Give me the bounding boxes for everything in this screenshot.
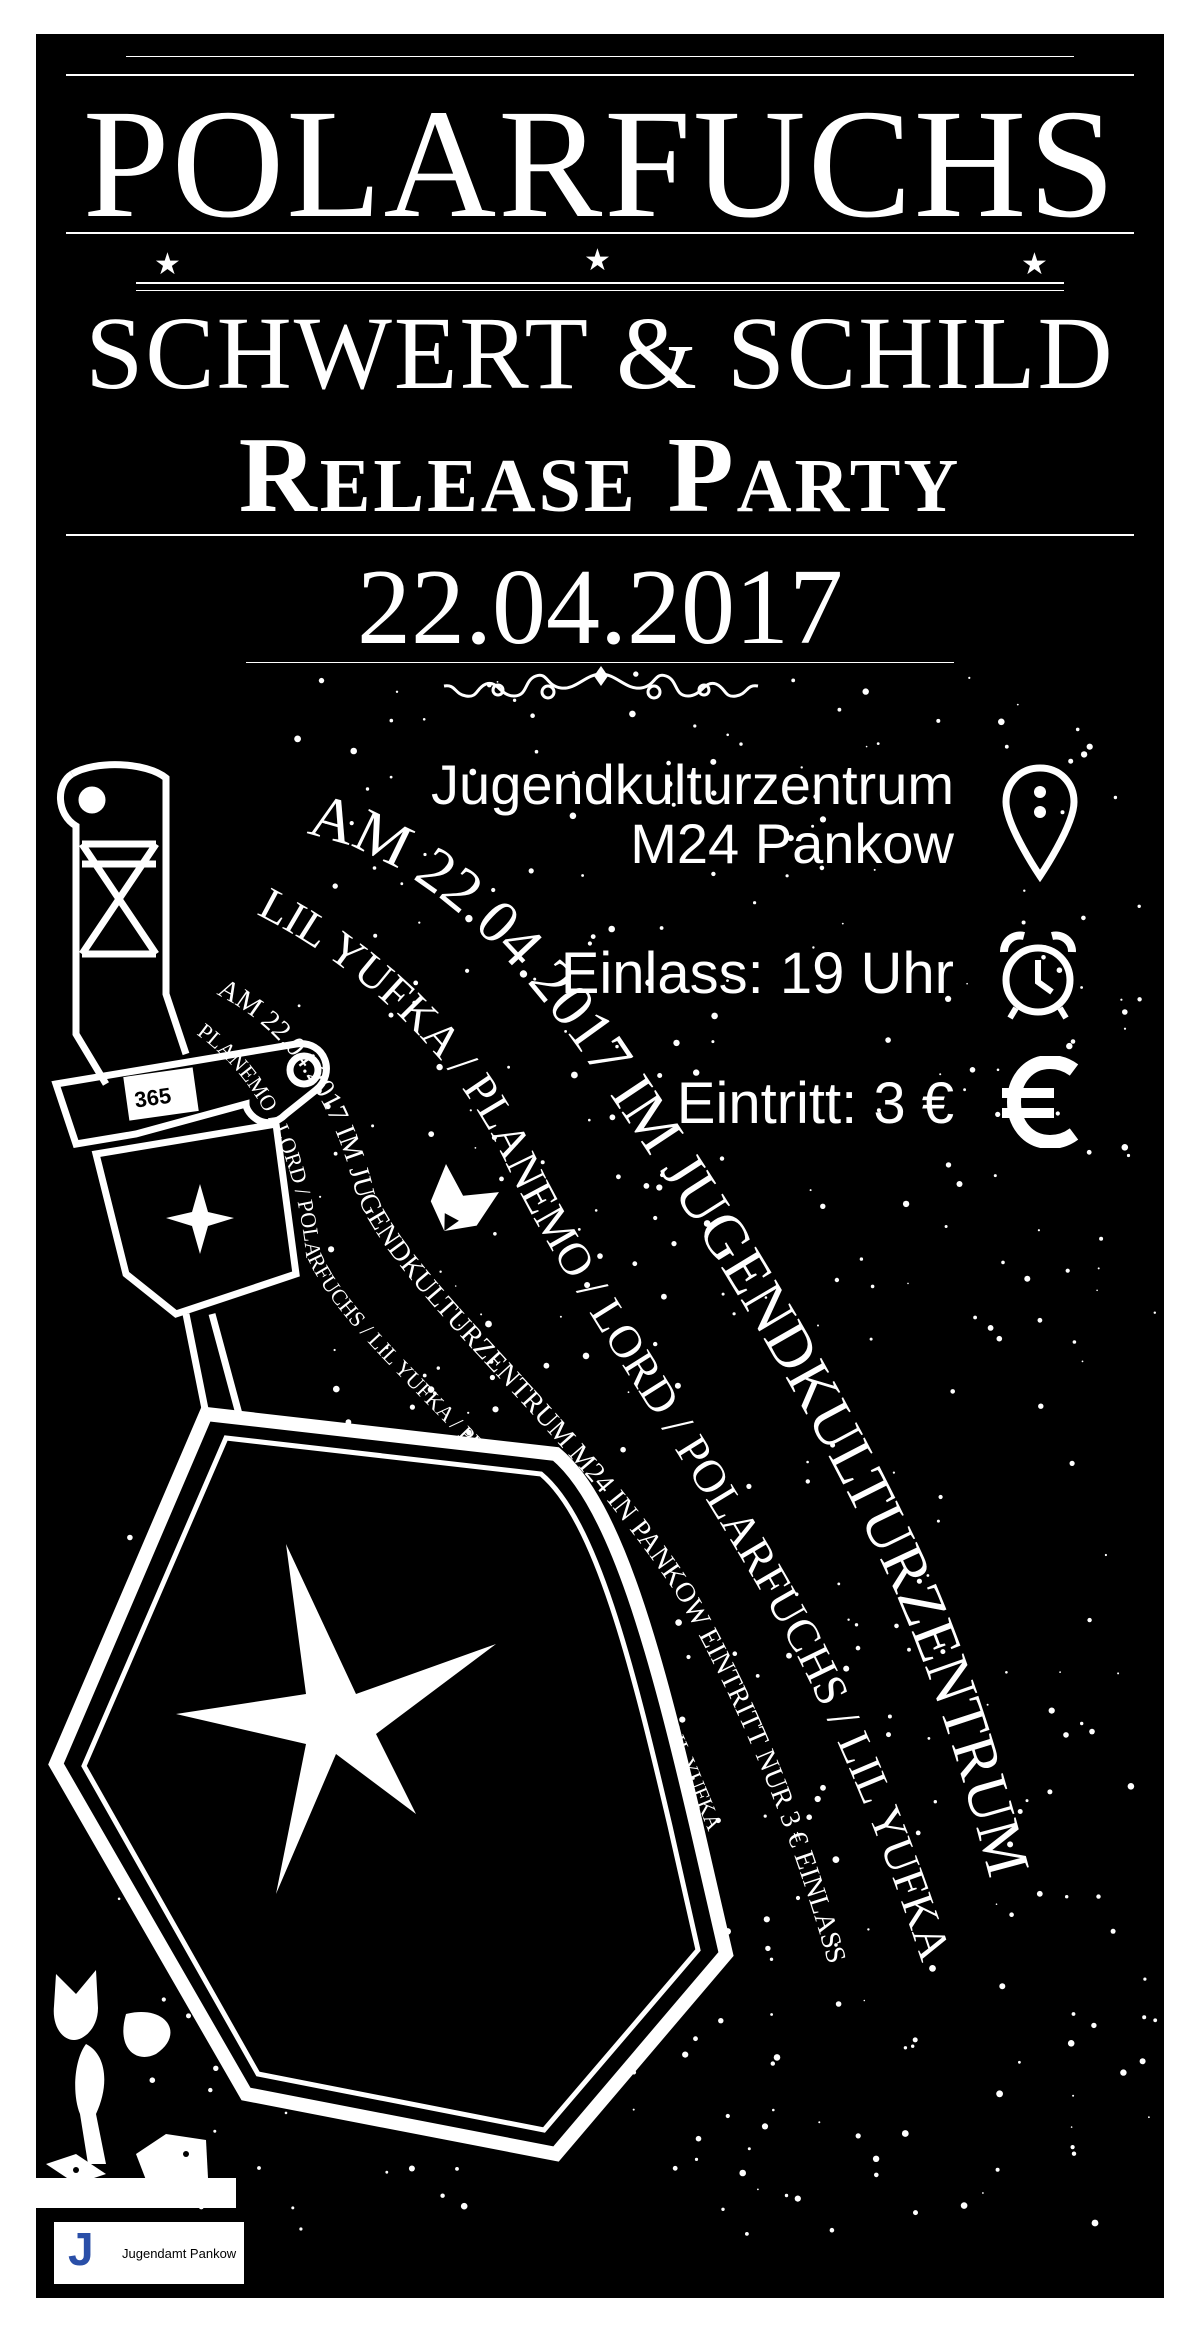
- sponsor-logo: J Jugendamt Pankow: [54, 2222, 244, 2284]
- sponsor-name: Jugendamt Pankow: [122, 2246, 237, 2261]
- fox-illustration: [36, 1970, 236, 2208]
- poster: POLARFUCHS ★ ★ ★ SCHWERT & SCHILD Releas…: [36, 34, 1164, 2298]
- sponsor-logo-mark: J: [68, 2223, 94, 2275]
- fox-icon: [430, 1164, 499, 1232]
